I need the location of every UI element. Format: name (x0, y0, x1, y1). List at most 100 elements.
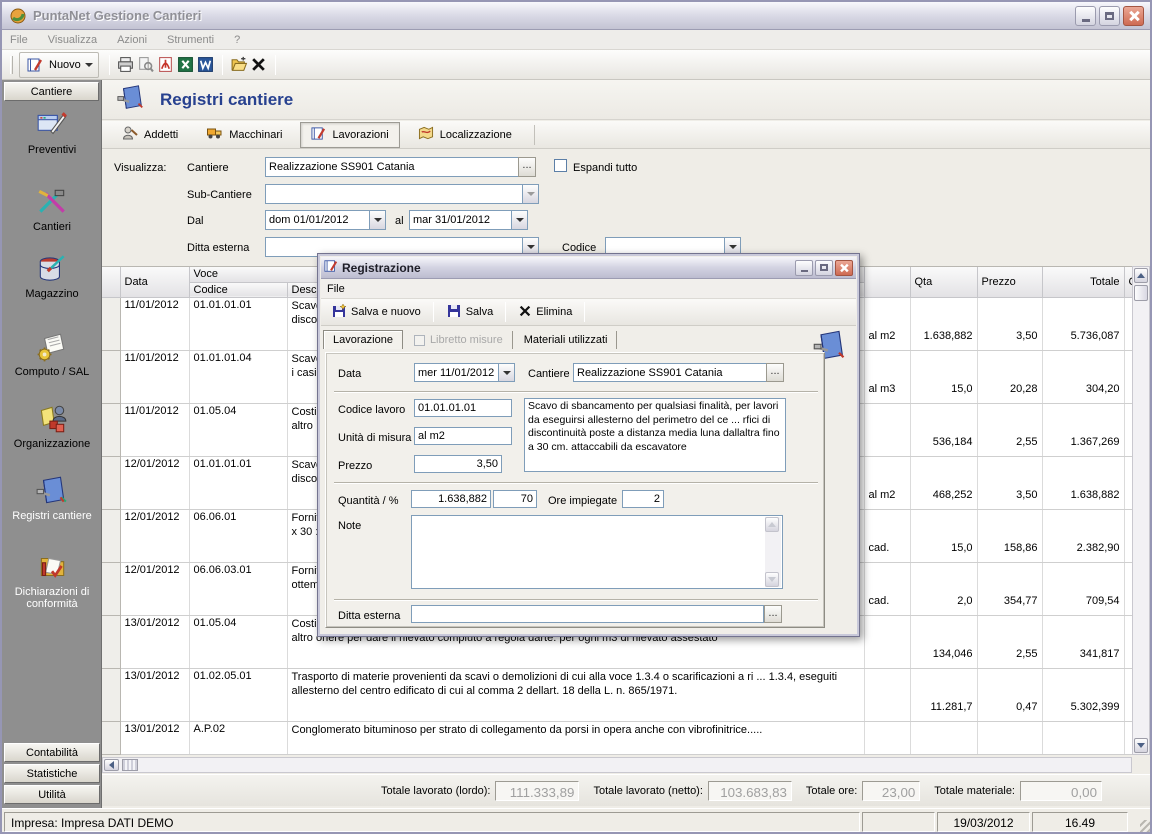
sidebar-item-magazzino[interactable]: Magazzino (2, 252, 102, 300)
menu-file[interactable]: File (10, 34, 28, 46)
row-selector[interactable] (102, 562, 120, 615)
row-selector[interactable] (102, 403, 120, 456)
table-cell[interactable]: cad. (864, 509, 910, 562)
cantiere-input[interactable] (265, 157, 519, 177)
salva-e-nuovo-button[interactable]: Salva e nuovo (325, 301, 427, 324)
table-cell[interactable] (1124, 403, 1132, 456)
table-row[interactable]: 13/01/201201.02.05.01Trasporto di materi… (102, 668, 1132, 721)
print-icon[interactable] (116, 55, 136, 75)
salva-button[interactable]: Salva (440, 301, 500, 324)
dal-dropdown-button[interactable] (369, 210, 386, 230)
table-cell[interactable]: A.P.02 (189, 721, 287, 754)
table-cell[interactable]: 06.06.01 (189, 509, 287, 562)
table-cell[interactable]: 15,0 (910, 509, 977, 562)
tab-addetti[interactable]: Addetti (112, 122, 188, 147)
row-selector[interactable] (102, 350, 120, 403)
table-row[interactable]: 13/01/2012A.P.02Conglomerato bituminoso … (102, 721, 1132, 754)
minimize-button[interactable] (1075, 6, 1096, 26)
table-cell[interactable]: 13/01/2012 (120, 668, 189, 721)
dialog-close-button[interactable] (835, 260, 853, 276)
row-selector[interactable] (102, 509, 120, 562)
tab-materiali-utilizzati[interactable]: Materiali utilizzati (515, 331, 618, 349)
table-cell[interactable]: 01.01.01.04 (189, 350, 287, 403)
table-cell[interactable] (910, 721, 977, 754)
horizontal-scroll-thumb[interactable] (122, 759, 138, 771)
nuovo-button[interactable]: Nuovo (19, 52, 99, 78)
prezzo-input[interactable] (414, 455, 502, 473)
table-cell[interactable] (864, 403, 910, 456)
data-dropdown-button[interactable] (498, 363, 515, 382)
table-cell[interactable] (864, 668, 910, 721)
table-cell[interactable]: 11/01/2012 (120, 297, 189, 350)
table-cell[interactable]: 2,55 (977, 615, 1042, 668)
table-cell[interactable] (1124, 721, 1132, 754)
scroll-left-button[interactable] (104, 759, 119, 771)
sidebar-item-registri[interactable]: Registri cantiere (2, 474, 102, 522)
table-cell[interactable]: 12/01/2012 (120, 509, 189, 562)
sidebar-item-cantieri[interactable]: Cantieri (2, 185, 102, 233)
table-cell[interactable]: 01.05.04 (189, 403, 287, 456)
row-selector[interactable] (102, 297, 120, 350)
table-cell[interactable]: 2.382,90 (1042, 509, 1124, 562)
row-selector[interactable] (102, 668, 120, 721)
table-cell[interactable]: 1.367,269 (1042, 403, 1124, 456)
table-cell[interactable]: 5.736,087 (1042, 297, 1124, 350)
row-selector[interactable] (102, 615, 120, 668)
table-cell[interactable] (1124, 562, 1132, 615)
menu-strumenti[interactable]: Strumenti (167, 34, 214, 46)
table-cell[interactable]: 12/01/2012 (120, 562, 189, 615)
table-cell[interactable]: 12/01/2012 (120, 456, 189, 509)
col-header-totale[interactable]: Totale (1042, 267, 1124, 297)
dialog-menu-file[interactable]: File (327, 283, 345, 295)
table-cell[interactable] (1124, 456, 1132, 509)
table-cell[interactable] (1124, 615, 1132, 668)
table-cell[interactable] (1042, 721, 1124, 754)
dal-date-input[interactable] (265, 210, 370, 230)
scroll-up-button[interactable] (1134, 268, 1148, 283)
col-header-codice[interactable]: Codice (189, 282, 287, 297)
espandi-tutto-checkbox[interactable] (554, 159, 567, 172)
table-cell[interactable]: 341,817 (1042, 615, 1124, 668)
sidebar-item-computo[interactable]: Computo / SAL (2, 330, 102, 378)
table-cell[interactable] (864, 721, 910, 754)
pdf-export-icon[interactable] (156, 55, 176, 75)
elimina-button[interactable]: Elimina (512, 302, 578, 323)
col-header-um[interactable] (864, 267, 910, 297)
col-header-prezzo[interactable]: Prezzo (977, 267, 1042, 297)
menu-azioni[interactable]: Azioni (117, 34, 147, 46)
tab-lavorazioni[interactable]: Lavorazioni (300, 122, 399, 148)
sidebar-group-contabilita[interactable]: Contabilità (4, 743, 100, 762)
table-cell[interactable]: 354,77 (977, 562, 1042, 615)
row-selector[interactable] (102, 456, 120, 509)
excel-export-icon[interactable] (176, 55, 196, 75)
quantita-input[interactable] (411, 490, 491, 508)
table-cell[interactable] (1124, 509, 1132, 562)
table-cell[interactable]: Conglomerato bituminoso per strato di co… (287, 721, 864, 754)
table-horizontal-scrollbar[interactable] (102, 757, 1132, 773)
cantiere-input[interactable] (573, 363, 767, 382)
scroll-down-button[interactable] (1134, 738, 1148, 753)
row-selector[interactable] (102, 721, 120, 754)
sub-cantiere-input[interactable] (265, 184, 523, 204)
delete-icon[interactable] (249, 55, 269, 75)
table-cell[interactable]: 3,50 (977, 456, 1042, 509)
table-cell[interactable] (1124, 297, 1132, 350)
table-cell[interactable]: 2,55 (977, 403, 1042, 456)
al-date-input[interactable] (409, 210, 512, 230)
menu-visualizza[interactable]: Visualizza (48, 34, 97, 46)
table-cell[interactable]: 13/01/2012 (120, 721, 189, 754)
tab-libretto-misure[interactable]: Libretto misure (405, 331, 513, 349)
menu-help[interactable]: ? (234, 34, 240, 46)
ditta-esterna-input[interactable] (411, 605, 764, 623)
table-cell[interactable]: 1.638,882 (910, 297, 977, 350)
ditta-esterna-browse-button[interactable] (764, 605, 782, 623)
table-cell[interactable] (1124, 668, 1132, 721)
sidebar-item-preventivi[interactable]: Preventivi (2, 108, 102, 156)
print-preview-icon[interactable] (136, 55, 156, 75)
table-cell[interactable]: 11/01/2012 (120, 403, 189, 456)
table-cell[interactable]: 01.01.01.01 (189, 456, 287, 509)
cantiere-browse-button[interactable] (766, 363, 784, 382)
table-cell[interactable]: 1.638,882 (1042, 456, 1124, 509)
table-cell[interactable]: al m3 (864, 350, 910, 403)
note-scrollbar[interactable] (765, 517, 781, 587)
